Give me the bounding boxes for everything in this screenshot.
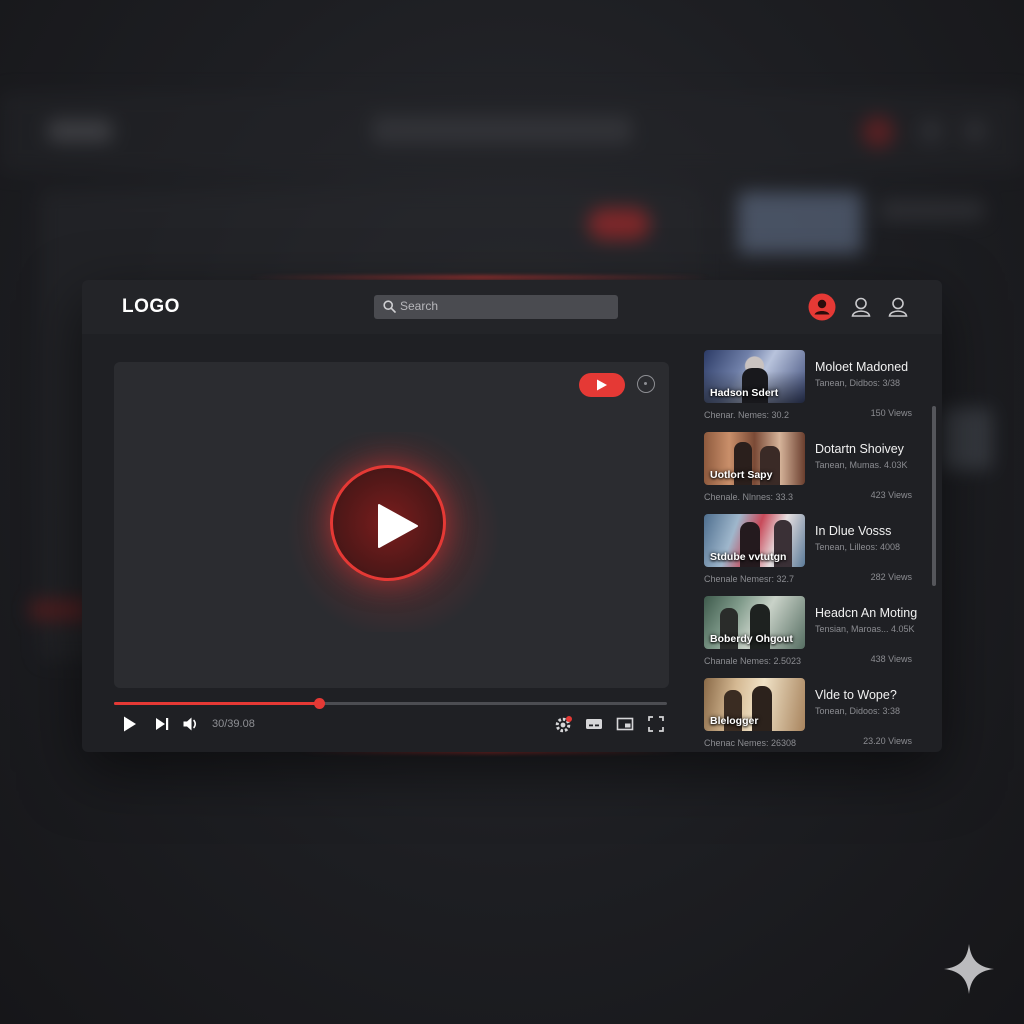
view-count: 150 Views [870, 408, 912, 418]
recommended-list: Hadson Sdert Moloet Madoned Tanean, Didb… [704, 350, 934, 750]
video-title[interactable]: Headcn An Moting [815, 606, 917, 620]
list-item[interactable]: Hadson Sdert Moloet Madoned Tanean, Didb… [704, 350, 924, 428]
play-icon [378, 504, 418, 548]
thumbnail-caption: Uotlort Sapy [710, 469, 773, 481]
time-display: 30/39.08 [212, 718, 255, 730]
logo[interactable]: LOGO [122, 296, 180, 318]
video-title[interactable]: Dotartn Shoivey [815, 442, 904, 456]
user-icon[interactable] [847, 293, 875, 321]
video-meta: Tanean, Mumas. 4.03K [815, 460, 908, 470]
progress-fill [114, 702, 319, 705]
big-play-button[interactable] [330, 465, 446, 581]
channel-info: Chenale Nemesr: 32.7 [704, 574, 795, 584]
thumbnail-caption: Stdube vvtutgn [710, 551, 787, 563]
app-window: LOGO Search 30/39.08 Hadson Sdert Moloet… [82, 280, 942, 752]
progress-bar[interactable] [114, 698, 667, 709]
video-thumbnail[interactable]: Boberdy Ohgout [704, 596, 805, 649]
youtube-badge-button[interactable] [579, 373, 625, 397]
video-player[interactable] [114, 362, 669, 688]
video-thumbnail[interactable]: Blelogger [704, 678, 805, 731]
video-thumbnail[interactable]: Hadson Sdert [704, 350, 805, 403]
list-item[interactable]: Stdube vvtutgn In Dlue Vosss Tenean, Lil… [704, 514, 924, 592]
top-glow [250, 276, 710, 279]
youtube-play-icon [597, 379, 607, 391]
volume-icon[interactable] [182, 715, 200, 733]
sparkle-icon [944, 944, 994, 994]
fullscreen-icon[interactable] [647, 715, 665, 733]
info-icon[interactable] [637, 375, 655, 393]
view-count: 282 Views [870, 572, 912, 582]
settings-icon[interactable] [554, 715, 573, 734]
list-item[interactable]: Blelogger Vlde to Wope? Tonean, Didoos: … [704, 678, 924, 752]
video-meta: Tenean, Lilleos: 4008 [815, 542, 901, 552]
top-bar: LOGO [82, 280, 942, 334]
account-active-icon[interactable] [808, 293, 836, 321]
view-count: 423 Views [870, 490, 912, 500]
video-meta: Tonean, Didoos: 3:38 [815, 706, 901, 716]
thumbnail-caption: Blelogger [710, 715, 759, 727]
video-title[interactable]: Vlde to Wope? [815, 688, 897, 702]
list-scrollbar[interactable] [932, 406, 936, 586]
channel-info: Chenac Nemes: 26308 [704, 738, 797, 748]
search-box[interactable] [374, 295, 618, 319]
video-thumbnail[interactable]: Uotlort Sapy [704, 432, 805, 485]
video-title[interactable]: In Dlue Vosss [815, 524, 891, 538]
search-input[interactable] [400, 295, 600, 317]
user-icon[interactable] [884, 293, 912, 321]
thumbnail-caption: Boberdy Ohgout [710, 633, 793, 645]
view-count: 23.20 Views [863, 736, 912, 746]
list-item[interactable]: Boberdy Ohgout Headcn An Moting Tensian,… [704, 596, 924, 674]
channel-info: Chenale. Nlnnes: 33.3 [704, 492, 794, 502]
progress-handle[interactable] [313, 698, 325, 709]
list-item[interactable]: Uotlort Sapy Dotartn Shoivey Tanean, Mum… [704, 432, 924, 510]
video-meta: Tanean, Didbos: 3/38 [815, 378, 901, 388]
subtitles-icon[interactable] [585, 715, 603, 733]
thumbnail-caption: Hadson Sdert [710, 387, 779, 399]
channel-info: Chanale Nemes: 2.5023 [704, 656, 802, 666]
miniplayer-icon[interactable] [616, 715, 634, 733]
view-count: 438 Views [870, 654, 912, 664]
channel-info: Chenar. Nemes: 30.2 [704, 410, 790, 420]
skip-next-icon[interactable] [154, 715, 170, 733]
video-thumbnail[interactable]: Stdube vvtutgn [704, 514, 805, 567]
video-title[interactable]: Moloet Madoned [815, 360, 908, 374]
search-icon [383, 300, 396, 313]
video-meta: Tensian, Maroas... 4.05K [815, 624, 915, 634]
play-icon[interactable] [122, 715, 138, 733]
